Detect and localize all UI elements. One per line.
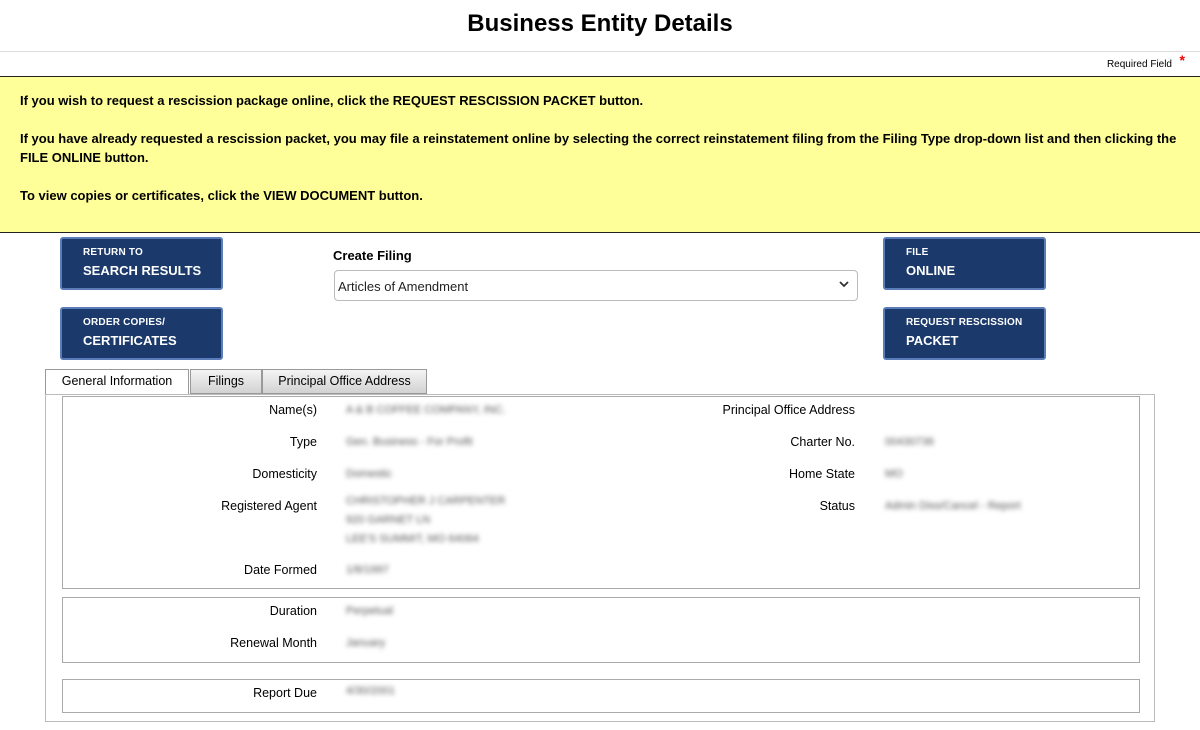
registered-agent-label: Registered Agent xyxy=(221,499,317,513)
date-formed-value: 1/8/1997 xyxy=(346,564,389,576)
renewal-month-value: January xyxy=(346,637,386,649)
button-caption: REQUEST RESCISSION xyxy=(906,317,1023,328)
type-value: Gen. Business - For Profit xyxy=(346,436,473,448)
instructions-notice: If you wish to request a rescission pack… xyxy=(0,76,1200,233)
page-title: Business Entity Details xyxy=(467,10,733,37)
title-divider xyxy=(0,51,1200,52)
duration-group: Duration Perpetual Renewal Month January xyxy=(62,597,1140,663)
return-to-search-results-button[interactable]: RETURN TO SEARCH RESULTS xyxy=(60,237,223,290)
tab-principal-office-address[interactable]: Principal Office Address xyxy=(262,369,427,394)
charter-no-value: 00430736 xyxy=(885,436,934,448)
agent-street: 920 GARNET LN xyxy=(346,514,431,526)
required-field-note: Required Field xyxy=(1106,59,1172,70)
report-due-group: Report Due 4/30/2001 xyxy=(62,679,1140,713)
button-caption: FILE xyxy=(906,247,929,258)
names-value: A & B COFFEE COMPANY, INC. xyxy=(346,404,506,416)
home-state-label: Home State xyxy=(788,467,855,481)
tab-filings[interactable]: Filings xyxy=(190,369,262,394)
button-label: ONLINE xyxy=(906,263,956,278)
report-due-label: Report Due xyxy=(253,686,317,700)
file-online-button[interactable]: FILE ONLINE xyxy=(883,237,1046,290)
chevron-down-icon xyxy=(839,281,849,288)
agent-name: CHRISTOPHER J CARPENTER xyxy=(346,495,506,507)
notice-rescission-text: If you wish to request a rescission pack… xyxy=(20,93,644,108)
button-label: CERTIFICATES xyxy=(83,333,177,348)
domesticity-label: Domesticity xyxy=(252,467,317,481)
status-label: Status xyxy=(819,499,855,513)
notice-view-documents-text: To view copies or certificates, click th… xyxy=(20,188,423,203)
create-filing-label: Create Filing xyxy=(333,248,412,263)
charter-no-label: Charter No. xyxy=(790,435,855,449)
required-asterisk: * xyxy=(1179,52,1185,68)
duration-value: Perpetual xyxy=(346,605,394,617)
tab-general-information[interactable]: General Information xyxy=(45,369,189,395)
agent-city: LEE'S SUMMIT, MO 64064 xyxy=(346,533,479,545)
registered-agent-value: CHRISTOPHER J CARPENTER 920 GARNET LN LE… xyxy=(346,492,505,549)
renewal-month-label: Renewal Month xyxy=(230,636,317,650)
button-caption: ORDER COPIES/ xyxy=(83,317,166,328)
order-copies-certificates-button[interactable]: ORDER COPIES/ CERTIFICATES xyxy=(60,307,223,360)
duration-label: Duration xyxy=(269,604,317,618)
request-rescission-packet-button[interactable]: REQUEST RESCISSION PACKET xyxy=(883,307,1046,360)
button-caption: RETURN TO xyxy=(83,247,143,258)
button-label: SEARCH RESULTS xyxy=(83,263,202,278)
general-information-panel: Name(s) A & B COFFEE COMPANY, INC. Type … xyxy=(45,394,1155,722)
entity-details-group: Name(s) A & B COFFEE COMPANY, INC. Type … xyxy=(62,396,1140,589)
domesticity-value: Domestic xyxy=(346,468,392,480)
filing-type-selected-value: Articles of Amendment xyxy=(338,279,469,294)
date-formed-label: Date Formed xyxy=(244,563,317,577)
principal-office-label: Principal Office Address xyxy=(722,403,855,417)
home-state-value: MO xyxy=(885,468,903,480)
type-label: Type xyxy=(289,435,317,449)
button-label: PACKET xyxy=(906,333,959,348)
status-value: Admin Diss/Cancel - Report xyxy=(885,500,1021,512)
report-due-value: 4/30/2001 xyxy=(346,685,395,697)
names-label: Name(s) xyxy=(269,403,317,417)
filing-type-select[interactable]: Articles of Amendment xyxy=(334,270,858,301)
notice-reinstatement-text: If you have already requested a rescissi… xyxy=(20,131,1177,165)
